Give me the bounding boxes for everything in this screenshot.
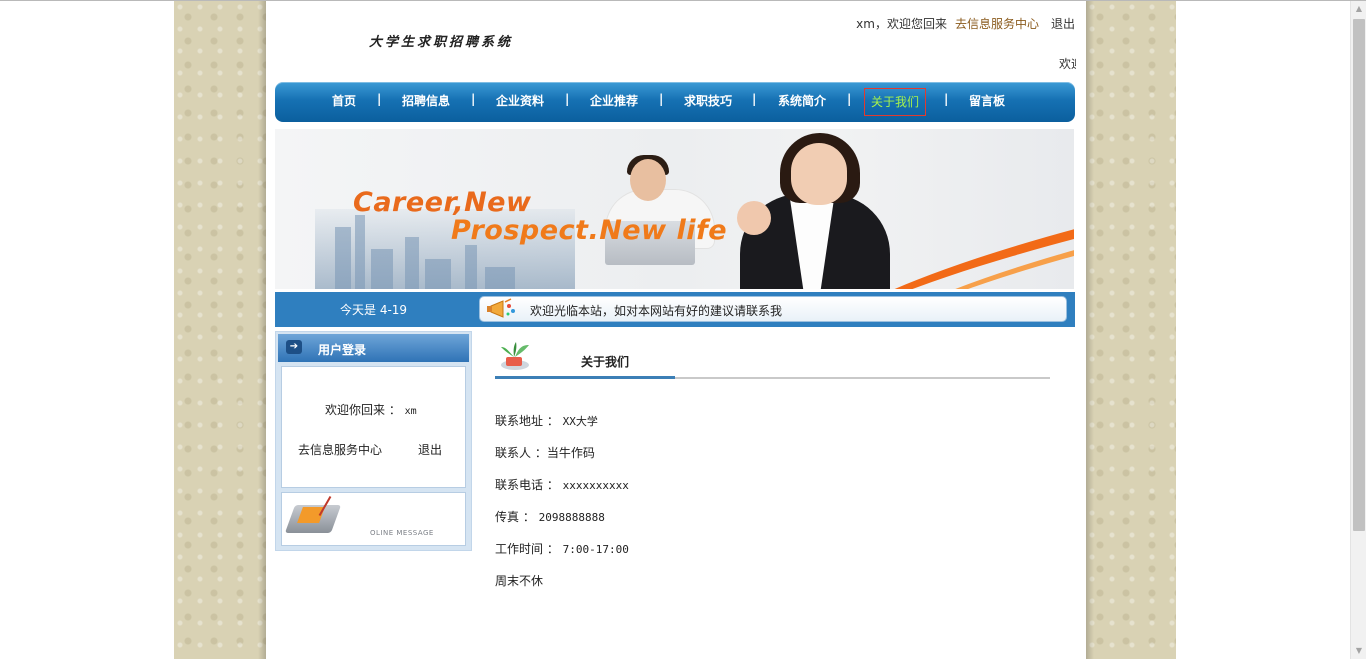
plant-icon (501, 342, 529, 370)
scroll-up-arrow-icon[interactable]: ▲ (1351, 1, 1366, 17)
nav-separator: | (377, 92, 382, 106)
left-page-shadow (258, 1, 266, 659)
user-bar: xm，欢迎您回来 去信息服务中心 退出 (856, 15, 1075, 32)
contact-hours: 工作时间 ： 7:00-17:00 (495, 542, 629, 556)
contact-weekend-note: 周末不休 (495, 574, 544, 588)
header-logout-link[interactable]: 退出 (1051, 17, 1075, 31)
right-background-pattern (1086, 1, 1176, 659)
service-center-link[interactable]: 去信息服务中心 (298, 441, 382, 458)
welcome-prefix: 欢迎你回来 ： (325, 403, 401, 417)
arrow-right-icon: ➔ (286, 340, 302, 354)
scrollbar-thumb[interactable] (1353, 19, 1365, 531)
logout-link[interactable]: 退出 (418, 441, 442, 458)
nav-item-company-info[interactable]: 企业资料 (496, 92, 544, 110)
contact-phone: 联系电话 ： xxxxxxxxxx (495, 478, 629, 492)
nav-item-job-tips[interactable]: 求职技巧 (684, 92, 732, 110)
right-page-shadow (1086, 1, 1094, 659)
today-date: 今天是 4-19 (340, 303, 408, 317)
contact-fax: 传真 ： 2098888888 (495, 510, 605, 524)
banner-slogan-line2: Prospect.New life (451, 215, 728, 246)
nav-separator: | (659, 92, 664, 106)
vertical-scrollbar[interactable]: ▲ ▼ (1350, 1, 1366, 659)
nav-item-company-recommend[interactable]: 企业推荐 (590, 92, 638, 110)
welcome-username: xm (404, 406, 417, 417)
main-nav: 首页 | 招聘信息 | 企业资料 | 企业推荐 | 求职技巧 | 系统简介 | … (275, 82, 1075, 122)
page-container: 大学生求职招聘系统 xm，欢迎您回来去信息服务中心退出 欢迎 首页 | 招聘信息… (266, 1, 1086, 659)
banner-slogan-line1: Career,New (353, 187, 532, 218)
site-title: 大学生求职招聘系统 (369, 35, 514, 50)
notice-text: 欢迎光临本站，如对本网站有好的建议请联系我 (530, 304, 783, 318)
login-panel-body: 欢迎你回来 ： xm 去信息服务中心 退出 (281, 366, 466, 488)
megaphone-icon (487, 298, 515, 318)
login-panel-header: ➔ 用户登录 (278, 334, 469, 362)
online-message-label: OLINE MESSAGE (370, 529, 434, 537)
hero-banner: Career,New Prospect.New life (275, 129, 1074, 289)
header-service-link[interactable]: 去信息服务中心 (955, 17, 1039, 31)
header-greeting: ，欢迎您回来 (874, 17, 947, 31)
contact-address: 联系地址 ： XX大学 (495, 414, 598, 428)
login-panel: ➔ 用户登录 欢迎你回来 ： xm 去信息服务中心 退出 OLINE MESSA… (275, 331, 472, 551)
nav-item-guestbook[interactable]: 留言板 (969, 92, 1005, 110)
contact-person: 联系人 ：当牛作码 (495, 446, 595, 460)
header-username: xm (856, 17, 875, 31)
nav-separator: | (847, 92, 852, 106)
online-message-banner[interactable]: OLINE MESSAGE (281, 492, 466, 546)
about-title: 关于我们 (581, 355, 630, 369)
scroll-down-arrow-icon[interactable]: ▼ (1351, 643, 1366, 659)
about-section-header: 关于我们 (495, 335, 1050, 379)
welcome-line: 欢迎你回来 ： xm (325, 401, 417, 418)
info-bar: 今天是 4-19 欢迎光临本站，如对本网站有好的建议请联系我 (275, 292, 1075, 327)
nav-separator: | (944, 92, 949, 106)
nav-item-home[interactable]: 首页 (332, 92, 356, 110)
left-background-pattern (174, 1, 266, 659)
nav-separator: | (752, 92, 757, 106)
login-panel-title: 用户登录 (318, 343, 367, 357)
nav-item-jobs[interactable]: 招聘信息 (402, 92, 450, 110)
nav-separator: | (565, 92, 570, 106)
scrolling-marquee: 欢迎 (1059, 57, 1076, 71)
notice-box: 欢迎光临本站，如对本网站有好的建议请联系我 (479, 296, 1067, 322)
nav-item-about-us[interactable]: 关于我们 (864, 88, 927, 116)
nav-separator: | (471, 92, 476, 106)
nav-item-system-intro[interactable]: 系统简介 (778, 92, 826, 110)
